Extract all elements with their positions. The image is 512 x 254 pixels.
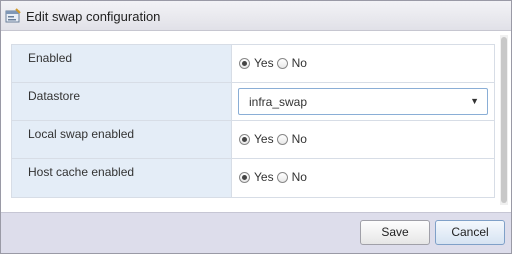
row-datastore: Datastore infra_swap ▼ [12,83,494,121]
enabled-radio-group: Yes No [239,56,310,70]
datastore-selected-value: infra_swap [249,95,308,109]
row-local-swap: Local swap enabled Yes No [12,121,494,159]
local-swap-no-radio[interactable] [276,133,288,145]
local-swap-radio-group: Yes No [239,132,310,146]
label-cell: Datastore [12,83,232,120]
value-cell: Yes No [233,159,494,197]
dialog-title: Edit swap configuration [26,9,161,24]
save-button[interactable]: Save [360,220,430,245]
datastore-label: Datastore [28,89,81,103]
dropdown-arrow-icon[interactable]: ▼ [470,96,479,106]
host-cache-radio-group: Yes No [239,170,310,184]
value-cell: infra_swap ▼ [233,83,494,120]
dialog-content: Enabled Yes No Datastore infra_swap ▼ Lo… [1,32,511,211]
value-cell: Yes No [233,45,494,82]
vertical-scrollbar[interactable] [500,35,508,205]
enabled-yes-label[interactable]: Yes [254,56,274,70]
label-cell: Local swap enabled [12,121,232,158]
enabled-yes-radio[interactable] [239,57,250,69]
host-settings-icon [5,8,21,24]
local-swap-no-label[interactable]: No [292,132,307,146]
host-cache-label: Host cache enabled [28,165,135,179]
enabled-no-label[interactable]: No [292,56,307,70]
datastore-select[interactable]: infra_swap ▼ [238,88,488,115]
swap-settings-table: Enabled Yes No Datastore infra_swap ▼ Lo… [11,44,495,198]
value-cell: Yes No [233,121,494,158]
label-cell: Enabled [12,45,232,82]
row-host-cache: Host cache enabled Yes No [12,159,494,197]
scrollbar-thumb[interactable] [501,37,507,203]
label-cell: Host cache enabled [12,159,232,197]
host-cache-no-radio[interactable] [276,171,288,183]
enabled-label: Enabled [28,51,73,65]
dialog-titlebar[interactable]: Edit swap configuration [1,1,511,31]
local-swap-yes-radio[interactable] [239,133,250,145]
enabled-no-radio[interactable] [276,57,288,69]
edit-swap-dialog: Edit swap configuration Enabled Yes No D… [0,0,512,254]
local-swap-label: Local swap enabled [28,127,135,141]
dialog-footer: Save Cancel [1,212,511,253]
row-enabled: Enabled Yes No [12,45,494,83]
host-cache-yes-radio[interactable] [239,171,250,183]
local-swap-yes-label[interactable]: Yes [254,132,274,146]
host-cache-yes-label[interactable]: Yes [254,170,274,184]
host-cache-no-label[interactable]: No [292,170,307,184]
cancel-button[interactable]: Cancel [435,220,505,245]
